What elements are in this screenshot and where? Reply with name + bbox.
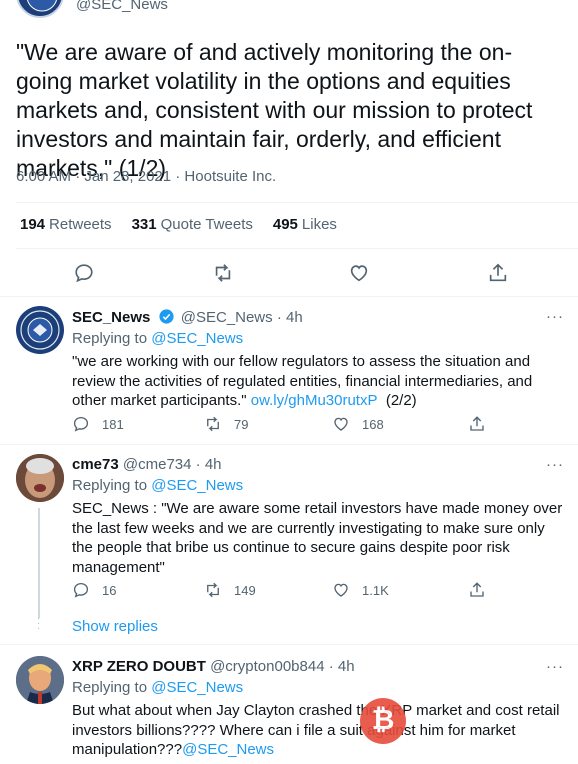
reply-header: cme73 @cme734 · 4h: [72, 456, 222, 473]
divider: [0, 444, 578, 445]
reply-text: SEC_News : "We are aware some retail inv…: [72, 500, 563, 576]
like-icon: [334, 417, 348, 431]
bitcoin-watermark-icon: ₿: [360, 698, 406, 744]
retweet-button[interactable]: 79: [204, 415, 248, 433]
retweets-stat[interactable]: 194 Retweets: [20, 216, 112, 233]
main-tweet-text: "We are aware of and actively monitoring…: [16, 39, 533, 181]
reply-actions: 16 149 1.1K: [72, 581, 492, 601]
divider: [16, 248, 578, 249]
share-icon: [470, 582, 484, 597]
replying-to: Replying to @SEC_News: [72, 330, 244, 347]
reply-icon: [73, 582, 89, 598]
sec-seal-avatar[interactable]: [16, 306, 64, 354]
replying-to-link[interactable]: @SEC_News: [151, 477, 243, 494]
replying-to: Replying to @SEC_News: [72, 477, 244, 494]
show-replies-link[interactable]: Show replies: [72, 618, 158, 635]
thread-dots: · · ·: [37, 613, 41, 634]
reply-button[interactable]: 16: [72, 581, 116, 599]
like-button[interactable]: 1.1K: [332, 581, 389, 599]
timestamp[interactable]: 4h: [205, 456, 222, 473]
more-icon[interactable]: ···: [546, 308, 564, 325]
replying-to-link[interactable]: @SEC_News: [151, 330, 243, 347]
quote-tweets-stat[interactable]: 331 Quote Tweets: [132, 216, 253, 233]
likes-stat[interactable]: 495 Likes: [273, 216, 337, 233]
timestamp[interactable]: 4h: [286, 309, 303, 326]
main-tweet-handle[interactable]: @SEC_News: [76, 0, 168, 13]
user-handle[interactable]: @cme734: [123, 456, 192, 473]
retweet-icon: [207, 582, 219, 598]
more-icon[interactable]: ···: [546, 456, 564, 473]
reply-text: But what about when Jay Clayton crashed …: [72, 702, 560, 758]
replying-to: Replying to @SEC_News: [72, 679, 244, 696]
share-button[interactable]: [468, 415, 486, 433]
user-handle[interactable]: @crypton00b844: [210, 658, 324, 675]
user-avatar[interactable]: [16, 656, 64, 704]
display-name[interactable]: XRP ZERO DOUBT: [72, 658, 206, 675]
reply-text: "we are working with our fellow regulato…: [72, 353, 533, 409]
like-icon[interactable]: [348, 262, 370, 284]
reply-actions: 181 79 168: [72, 415, 492, 435]
user-handle[interactable]: @SEC_News: [181, 309, 273, 326]
sec-seal-avatar[interactable]: [16, 0, 64, 18]
display-name[interactable]: SEC_News: [72, 309, 150, 326]
reply-button[interactable]: 181: [72, 415, 124, 433]
retweet-icon[interactable]: [212, 262, 234, 284]
share-icon[interactable]: [487, 262, 509, 284]
user-avatar[interactable]: [16, 454, 64, 502]
like-icon: [334, 583, 348, 597]
main-tweet-timestamp[interactable]: 6:00 AM · Jan 28, 2021 · Hootsuite Inc.: [16, 168, 276, 185]
reply-header: XRP ZERO DOUBT @crypton00b844 · 4h: [72, 658, 355, 675]
timestamp[interactable]: 4h: [338, 658, 355, 675]
display-name[interactable]: cme73: [72, 456, 119, 473]
replying-to-link[interactable]: @SEC_News: [151, 679, 243, 696]
tweet-link[interactable]: ow.ly/ghMu30rutxP: [251, 392, 378, 409]
reply-header: SEC_News @SEC_News · 4h: [72, 309, 303, 326]
reply-icon: [73, 416, 89, 432]
mention-link[interactable]: @SEC_News: [182, 741, 274, 758]
retweet-icon: [207, 416, 219, 432]
reply-icon[interactable]: [73, 262, 95, 284]
thread-line: [38, 508, 40, 618]
tweet-stats: 194 Retweets 331 Quote Tweets 495 Likes: [20, 216, 337, 233]
more-icon[interactable]: ···: [546, 658, 564, 675]
share-button[interactable]: [468, 581, 486, 599]
divider: [0, 296, 578, 297]
verified-icon: [158, 309, 174, 324]
main-tweet-actions: [0, 258, 578, 288]
divider: [16, 202, 578, 203]
divider: [0, 644, 578, 645]
share-icon: [470, 416, 484, 431]
like-button[interactable]: 168: [332, 415, 384, 433]
retweet-button[interactable]: 149: [204, 581, 256, 599]
